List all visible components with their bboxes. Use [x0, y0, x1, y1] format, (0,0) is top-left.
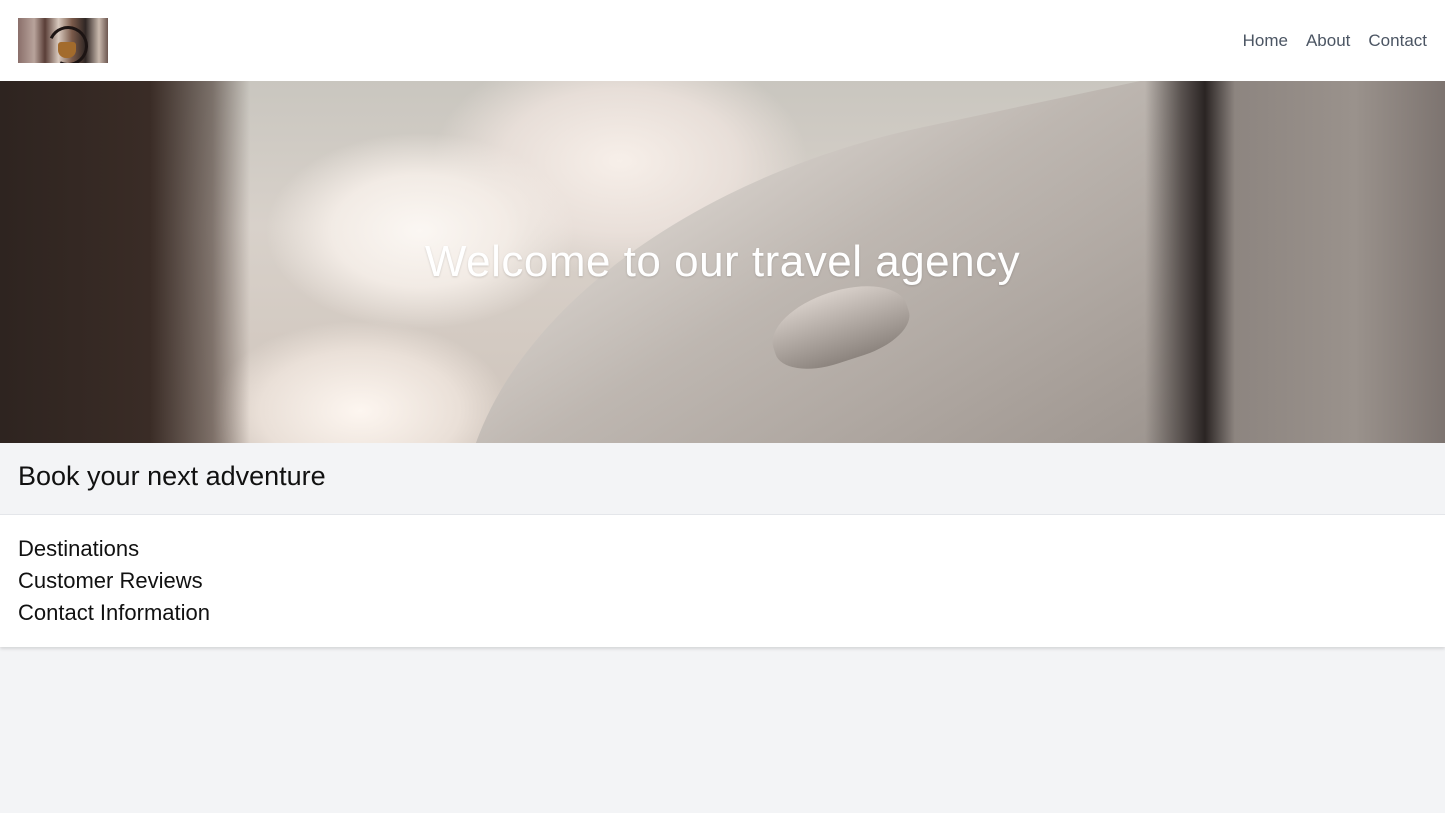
- section-list: Destinations Customer Reviews Contact In…: [18, 533, 1427, 629]
- booking-section: Book your next adventure: [0, 443, 1445, 515]
- logo-emblem: [58, 42, 76, 58]
- logo-icon[interactable]: [18, 18, 108, 63]
- nav-link-about[interactable]: About: [1306, 31, 1350, 51]
- main-nav: Home About Contact: [1243, 31, 1427, 51]
- section-link-destinations[interactable]: Destinations: [18, 533, 1427, 565]
- booking-heading: Book your next adventure: [18, 461, 326, 491]
- nav-link-contact[interactable]: Contact: [1368, 31, 1427, 51]
- hero-title: Welcome to our travel agency: [424, 237, 1021, 286]
- section-link-customer-reviews[interactable]: Customer Reviews: [18, 565, 1427, 597]
- hero-banner: Welcome to our travel agency: [0, 81, 1445, 443]
- nav-link-home[interactable]: Home: [1243, 31, 1288, 51]
- section-link-contact-information[interactable]: Contact Information: [18, 597, 1427, 629]
- info-sections: Destinations Customer Reviews Contact In…: [0, 515, 1445, 647]
- site-header: Home About Contact: [0, 0, 1445, 81]
